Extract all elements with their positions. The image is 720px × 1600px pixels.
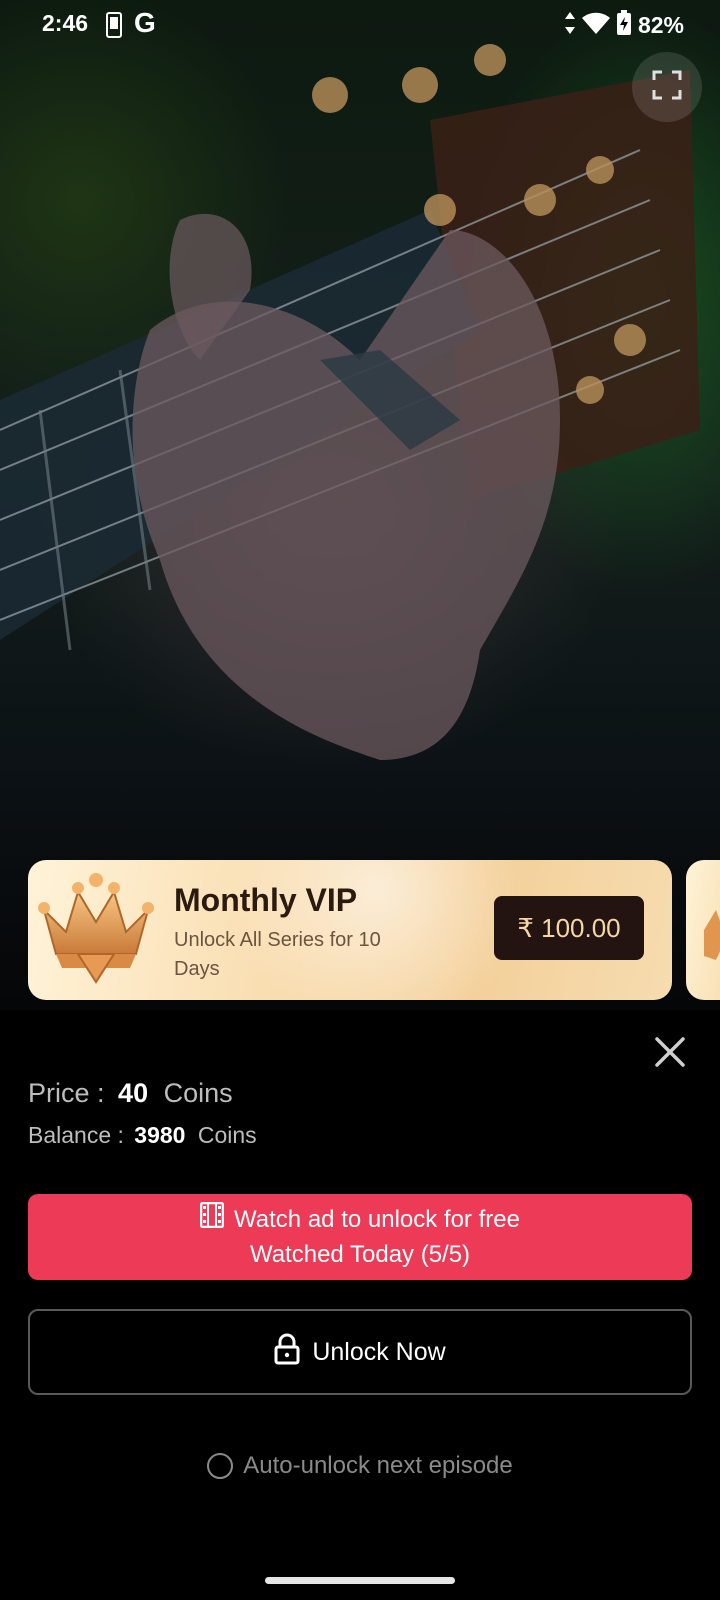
wifi-icon: [581, 12, 610, 39]
vip-subtitle: Unlock All Series for 10 Days: [174, 929, 381, 980]
price-unit: Coins: [163, 1078, 233, 1108]
auto-unlock-option[interactable]: Auto-unlock next episode: [0, 1452, 720, 1480]
video-frame-guitar: [0, 44, 700, 760]
vip-offer-card[interactable]: Monthly VIP Unlock All Series for 10 Day…: [28, 860, 672, 1000]
crown-icon: [36, 870, 156, 995]
vip-offer-card-next[interactable]: [686, 860, 720, 1000]
close-icon[interactable]: [652, 1034, 688, 1070]
balance-unit: Coins: [197, 1122, 257, 1148]
status-bar: 2:46 G 82%: [0, 0, 720, 50]
price-row: Price : 40 Coins: [28, 1078, 233, 1109]
phone-icon: [106, 12, 122, 43]
unlock-sheet: Price : 40 Coins Balance : 3980 Coins Wa…: [0, 1012, 720, 1600]
google-icon: G: [134, 7, 156, 38]
watch-ad-label: Watch ad to unlock for free: [234, 1206, 520, 1233]
lock-icon: [274, 1333, 300, 1372]
auto-unlock-radio[interactable]: [207, 1453, 234, 1479]
vip-price-button[interactable]: ₹ 100.00: [494, 896, 644, 960]
unlock-now-label: Unlock Now: [312, 1337, 446, 1366]
film-icon: [199, 1201, 225, 1238]
unlock-now-button[interactable]: Unlock Now: [28, 1309, 692, 1395]
watch-ad-line: Watch ad to unlock for free: [199, 1201, 520, 1238]
battery-percent: 82%: [637, 12, 684, 38]
watched-today-count: Watched Today (5/5): [249, 1241, 471, 1268]
vip-title: Monthly VIP: [174, 882, 358, 918]
price-label: Price :: [28, 1078, 105, 1108]
fullscreen-icon: [652, 70, 682, 105]
battery-charging-icon: [616, 10, 632, 41]
watch-ad-button[interactable]: Watch ad to unlock for free Watched Toda…: [28, 1194, 692, 1280]
fullscreen-button[interactable]: [632, 52, 702, 122]
price-value: 40: [118, 1078, 149, 1108]
data-arrows-icon: [564, 12, 576, 39]
balance-label: Balance :: [28, 1122, 124, 1148]
auto-unlock-label: Auto-unlock next episode: [243, 1452, 513, 1479]
balance-value: 3980: [134, 1122, 186, 1148]
status-time: 2:46: [42, 10, 89, 36]
balance-row: Balance : 3980 Coins: [28, 1122, 257, 1149]
video-player[interactable]: [0, 0, 720, 1010]
home-indicator[interactable]: [265, 1577, 455, 1584]
